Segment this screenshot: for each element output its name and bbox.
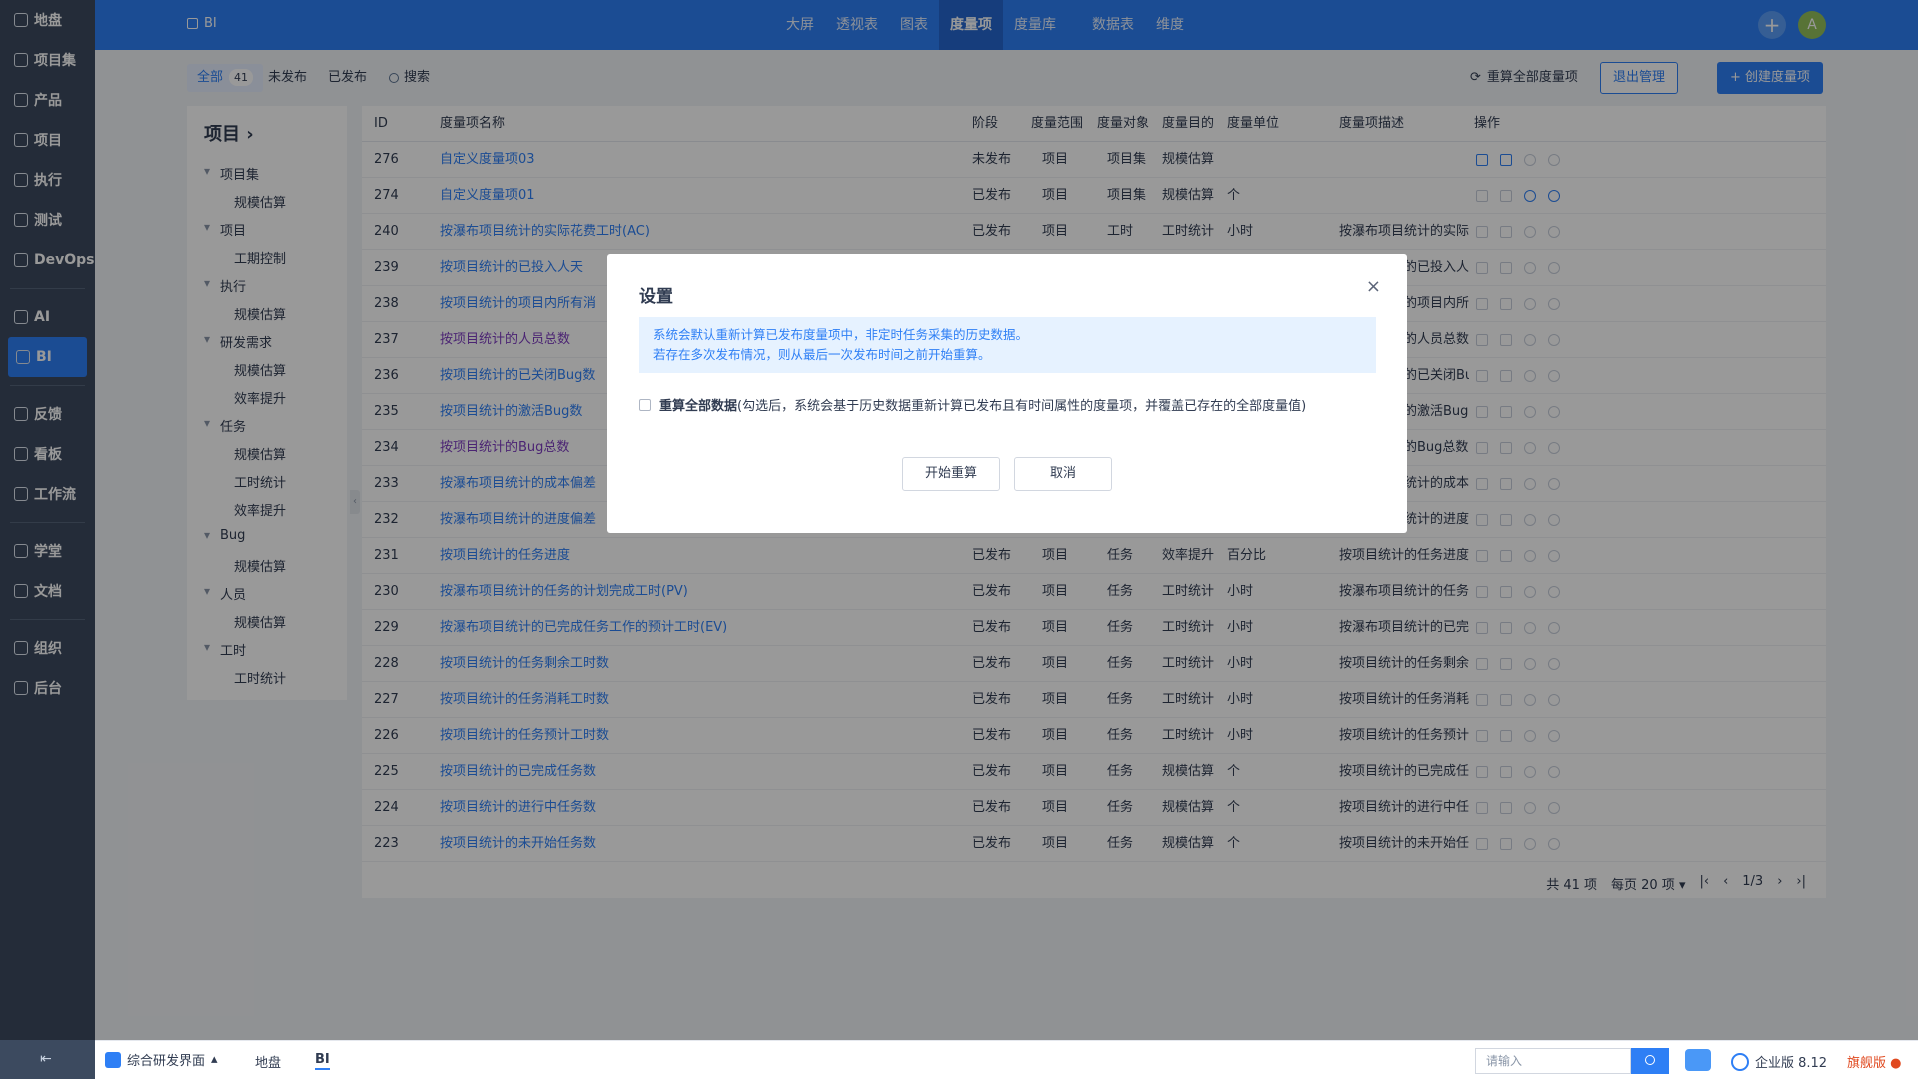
start-recalc-button[interactable]: 开始重算 [902, 457, 1000, 491]
ai-chat-icon[interactable] [1685, 1049, 1711, 1071]
crumb-bi[interactable]: BI [315, 1052, 330, 1070]
info-icon: ● [1890, 1056, 1902, 1071]
menu-icon [105, 1051, 121, 1068]
dialog-title: 设置 [639, 287, 673, 307]
interface-menu[interactable]: 综合研发界面 ▴ [105, 1050, 218, 1069]
modal-overlay: 设置 × 系统会默认重新计算已发布度量项中，非定时任务采集的历史数据。 若存在多… [0, 0, 1918, 1040]
sidebar-collapse-icon[interactable]: ⇤ [40, 1051, 52, 1067]
recalc-all-data-option[interactable]: 重算全部数据(勾选后，系统会基于历史数据重新计算已发布且有时间属性的度量项，并覆… [639, 395, 1306, 414]
version-info: 企业版 8.12 [1731, 1052, 1827, 1071]
close-icon[interactable]: × [1366, 276, 1381, 297]
flagship-link[interactable]: 旗舰版 ● [1847, 1052, 1902, 1071]
crumb-dashboard[interactable]: 地盘 [255, 1052, 281, 1071]
bottom-bar: 综合研发界面 ▴ 地盘 BI 请输入 企业版 8.12 旗舰版 ● [95, 1040, 1918, 1079]
zentao-logo-icon [1731, 1052, 1749, 1071]
caret-up-icon: ▴ [211, 1052, 218, 1067]
global-search-input[interactable]: 请输入 [1475, 1048, 1631, 1074]
cancel-button[interactable]: 取消 [1014, 457, 1112, 491]
recalc-all-data-checkbox[interactable] [639, 398, 651, 411]
global-search-button[interactable] [1631, 1048, 1669, 1074]
search-icon [1645, 1055, 1655, 1065]
dialog-info: 系统会默认重新计算已发布度量项中，非定时任务采集的历史数据。 若存在多次发布情况… [639, 317, 1376, 373]
settings-dialog: 设置 × 系统会默认重新计算已发布度量项中，非定时任务采集的历史数据。 若存在多… [607, 254, 1407, 533]
